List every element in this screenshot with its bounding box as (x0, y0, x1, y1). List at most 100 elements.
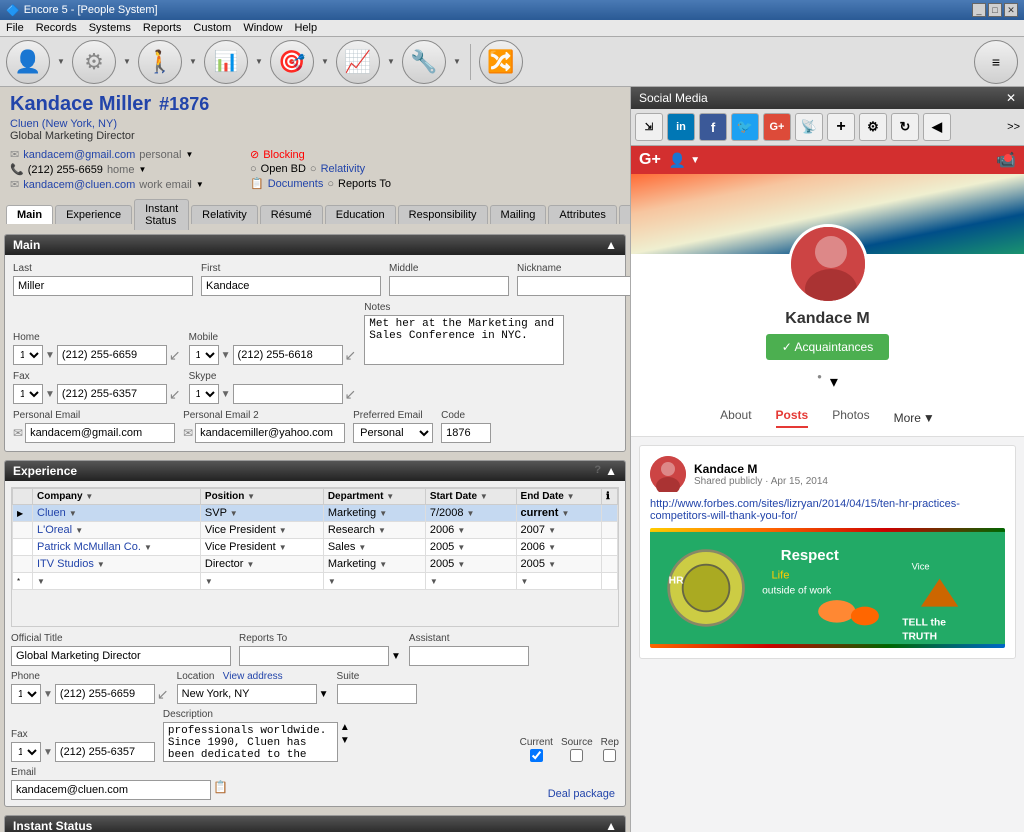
menu-systems[interactable]: Systems (89, 22, 131, 34)
tab-responsibility[interactable]: Responsibility (398, 205, 488, 224)
googleplus-btn[interactable]: G+ (763, 113, 791, 141)
company-link-0[interactable]: Cluen (37, 507, 66, 519)
email-work-dropdown[interactable]: ▼ (196, 180, 204, 189)
reports-to-input[interactable] (239, 646, 389, 666)
maximize-button[interactable]: □ (988, 3, 1002, 17)
back-btn[interactable]: ◀ (923, 113, 951, 141)
current-checkbox[interactable] (530, 749, 543, 762)
table-row[interactable]: Patrick McMullan Co. ▼ Vice President ▼ … (13, 539, 618, 556)
description-textarea[interactable]: professionals worldwide. Since 1990, Clu… (163, 722, 338, 762)
experience-collapse-btn[interactable]: ▲ (605, 464, 617, 478)
exp-phone-cc-arrow[interactable]: ▼ (43, 689, 53, 700)
location-dropdown[interactable]: ▼ (319, 689, 329, 700)
view-address-link[interactable]: View address (223, 671, 283, 682)
company-link-1[interactable]: L'Oreal (37, 524, 72, 536)
menu-custom[interactable]: Custom (193, 22, 231, 34)
description-scroll-down[interactable]: ▼ (340, 735, 350, 746)
mobile-phone-icon[interactable]: ↙ (345, 347, 357, 364)
tab-main[interactable]: Main (6, 205, 53, 224)
personal-email2-input[interactable] (195, 423, 345, 443)
tab-experience[interactable]: Experience (55, 205, 132, 224)
tab-mailing[interactable]: Mailing (490, 205, 547, 224)
menu-file[interactable]: File (6, 22, 24, 34)
reports-to-dropdown[interactable]: ▼ (391, 651, 401, 662)
tools-button[interactable]: 🔧 (402, 40, 446, 84)
nav-posts[interactable]: Posts (776, 408, 809, 428)
nav-about[interactable]: About (720, 408, 751, 428)
official-title-input[interactable] (11, 646, 231, 666)
mobile-cc-select[interactable]: 1 (189, 345, 219, 365)
exp-fax-input[interactable] (55, 742, 155, 762)
acquaintances-button[interactable]: ✓ Acquaintances (766, 334, 889, 360)
charts-button[interactable]: 📈 (336, 40, 380, 84)
skype-cc-select[interactable]: 1 (189, 384, 219, 404)
mobile-phone-input[interactable] (233, 345, 343, 365)
facebook-btn[interactable]: f (699, 113, 727, 141)
menu-records[interactable]: Records (36, 22, 77, 34)
mobile-cc-arrow[interactable]: ▼ (221, 350, 231, 361)
table-row[interactable]: L'Oreal ▼ Vice President ▼ Research ▼ 20… (13, 522, 618, 539)
relativity-radio[interactable]: ○ (310, 163, 317, 175)
open-bd-radio[interactable]: ○ (250, 163, 257, 175)
location-input[interactable] (177, 684, 317, 704)
target-dropdown[interactable]: ▼ (320, 40, 330, 84)
social-more-btn[interactable]: >> (1007, 121, 1020, 133)
skype-cc-arrow[interactable]: ▼ (221, 389, 231, 400)
home-cc-select[interactable]: 1 (13, 345, 43, 365)
phone-home-dropdown[interactable]: ▼ (138, 165, 146, 174)
exp-fax-cc-arrow[interactable]: ▼ (43, 747, 53, 758)
middle-input[interactable] (389, 276, 509, 296)
deal-package-link[interactable]: Deal package (548, 788, 615, 800)
systems-button[interactable]: ⚙ (72, 40, 116, 84)
suite-input[interactable] (337, 684, 417, 704)
table-row[interactable]: ▶ Cluen ▼ SVP ▼ Marketing ▼ 7/2008 ▼ cur… (13, 505, 618, 522)
nav-dropdown[interactable]: ▼ (188, 40, 198, 84)
main-collapse-btn[interactable]: ▲ (605, 238, 617, 252)
tools-dropdown[interactable]: ▼ (452, 40, 462, 84)
email-work-link[interactable]: kandacem@cluen.com (23, 179, 135, 191)
settings-btn[interactable]: ⚙ (859, 113, 887, 141)
tab-comp[interactable]: Comp (619, 205, 630, 224)
notes-textarea[interactable]: Met her at the Marketing and Sales Confe… (364, 315, 564, 365)
email-input[interactable] (11, 780, 211, 800)
skype-input[interactable] (233, 384, 343, 404)
menu-reports[interactable]: Reports (143, 22, 182, 34)
linkedin-btn[interactable]: in (667, 113, 695, 141)
source-checkbox[interactable] (570, 749, 583, 762)
charts-dropdown[interactable]: ▼ (386, 40, 396, 84)
personal-email-input[interactable] (25, 423, 175, 443)
home-cc-arrow[interactable]: ▼ (45, 350, 55, 361)
email-copy-icon[interactable]: 📋 (213, 780, 228, 800)
target-button[interactable]: 🎯 (270, 40, 314, 84)
skype-icon[interactable]: ↙ (345, 386, 357, 403)
table-row-new[interactable]: * ▼ ▼ ▼ ▼ ▼ (13, 573, 618, 590)
company-link-3[interactable]: ITV Studios (37, 558, 94, 570)
menu-window[interactable]: Window (243, 22, 282, 34)
fax-input[interactable] (57, 384, 167, 404)
preferred-email-select[interactable]: Personal (353, 423, 433, 443)
social-expand-btn[interactable]: ⇲ (635, 113, 663, 141)
people-dropdown[interactable]: ▼ (56, 40, 66, 84)
tab-resume[interactable]: Résumé (260, 205, 323, 224)
nav-button[interactable]: 🚶 (138, 40, 182, 84)
email-personal-link[interactable]: kandacem@gmail.com (23, 149, 135, 161)
twitter-btn[interactable]: 🐦 (731, 113, 759, 141)
assistant-input[interactable] (409, 646, 529, 666)
rss-btn[interactable]: 📡 (795, 113, 823, 141)
company-link-2[interactable]: Patrick McMullan Co. (37, 541, 141, 553)
email-personal-dropdown[interactable]: ▼ (185, 150, 193, 159)
user-dropdown[interactable]: ▼ (690, 155, 700, 166)
exp-phone-icon[interactable]: ↙ (157, 686, 169, 703)
relativity-label[interactable]: Relativity (321, 163, 366, 175)
tab-education[interactable]: Education (325, 205, 396, 224)
sync-button[interactable]: 🔀 (479, 40, 523, 84)
post-text[interactable]: http://www.forbes.com/sites/lizryan/2014… (650, 498, 1005, 522)
description-scroll-up[interactable]: ▲ (340, 722, 350, 733)
close-button[interactable]: ✕ (1004, 3, 1018, 17)
exp-phone-input[interactable] (55, 684, 155, 704)
nav-more[interactable]: More ▼ (894, 408, 935, 428)
table-row[interactable]: ITV Studios ▼ Director ▼ Marketing ▼ 200… (13, 556, 618, 573)
expand-profile-icon[interactable]: ▾ (830, 372, 838, 392)
fax-icon[interactable]: ↙ (169, 386, 181, 403)
nav-photos[interactable]: Photos (832, 408, 869, 428)
